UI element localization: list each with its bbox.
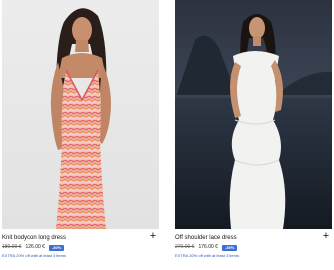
original-price: 270.00 € bbox=[175, 244, 195, 250]
promo-text: EXTRA 20% off with at least 3 items bbox=[175, 253, 239, 258]
product-card[interactable]: Off shoulder lace dress + 270.00 € 176.0… bbox=[175, 0, 332, 259]
original-price: 180.00 € bbox=[2, 244, 22, 250]
sale-price: 126.00 € bbox=[25, 244, 45, 250]
product-image[interactable] bbox=[175, 0, 332, 229]
discount-badge: -30% bbox=[48, 244, 65, 251]
discount-badge: -35% bbox=[221, 244, 238, 251]
product-photo-lace-dress bbox=[175, 0, 332, 229]
plus-icon[interactable]: + bbox=[321, 231, 331, 242]
promo-text: EXTRA 20% off with at least 3 items bbox=[2, 253, 66, 258]
sale-price: 176.00 € bbox=[198, 244, 218, 250]
product-image[interactable] bbox=[2, 0, 159, 229]
product-photo-knit-dress bbox=[2, 0, 159, 229]
plus-icon[interactable]: + bbox=[148, 231, 158, 242]
product-name[interactable]: Knit bodycon long dress bbox=[2, 234, 159, 242]
product-name[interactable]: Off shoulder lace dress bbox=[175, 234, 332, 242]
product-card[interactable]: Knit bodycon long dress + 180.00 € 126.0… bbox=[2, 0, 159, 259]
